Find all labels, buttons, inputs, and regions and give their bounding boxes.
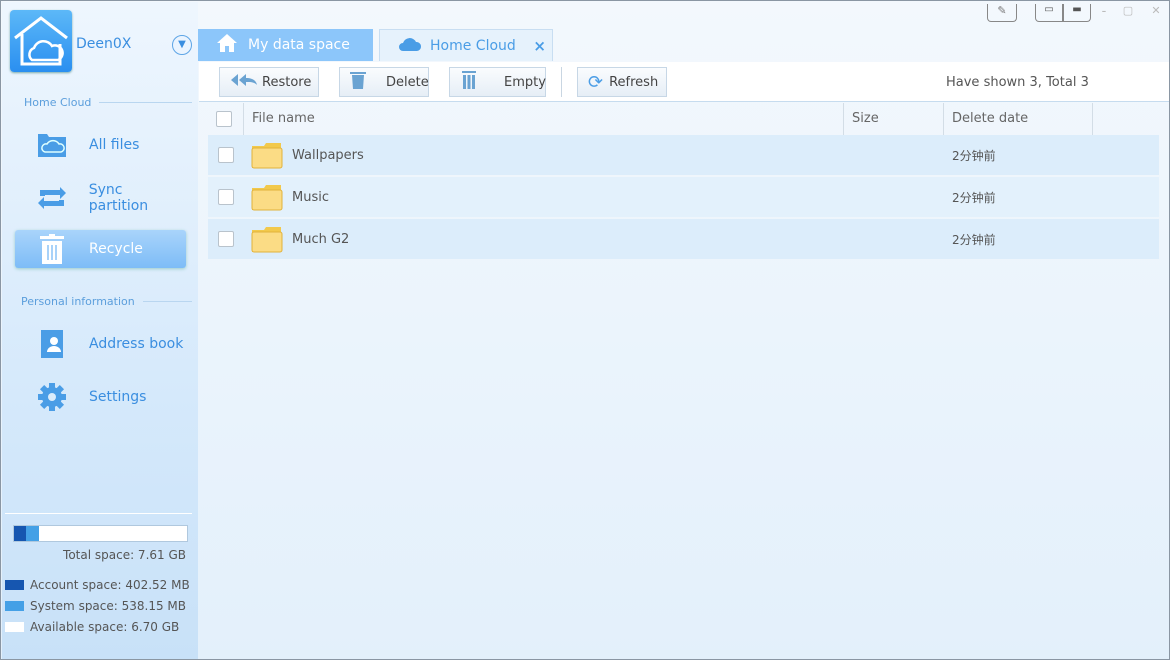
sidebar-item-address-book[interactable]: Address book <box>15 325 186 363</box>
table-header: File name Size Delete date <box>199 103 1169 135</box>
select-all-checkbox[interactable] <box>216 111 232 127</box>
system-space-fill <box>26 526 40 541</box>
refresh-icon: ⟳ <box>588 71 604 93</box>
app-logo <box>10 10 72 72</box>
sidebar-item-recycle[interactable]: Recycle <box>15 230 186 268</box>
row-checkbox[interactable] <box>218 189 234 205</box>
chevron-down-icon: ▼ <box>178 39 186 50</box>
empty-button[interactable]: Empty <box>449 67 546 97</box>
address-book-icon <box>15 329 89 359</box>
restore-button[interactable]: Restore <box>219 67 319 97</box>
column-size[interactable]: Size <box>843 103 943 135</box>
storage-usage-bar <box>13 525 188 542</box>
sync-icon <box>15 186 89 210</box>
folder-icon <box>251 184 283 215</box>
close-icon[interactable]: ✕ <box>1143 4 1169 22</box>
column-delete-date[interactable]: Delete date <box>943 103 1093 135</box>
refresh-button[interactable]: ⟳ Refresh <box>577 67 667 97</box>
tab-my-data-space[interactable]: My data space <box>198 29 373 61</box>
divider <box>5 513 192 514</box>
home-icon <box>216 33 238 57</box>
folder-icon <box>251 226 283 257</box>
tab-home-cloud[interactable]: Home Cloud × <box>379 29 553 61</box>
trash-icon <box>15 234 89 264</box>
cloud-icon <box>398 36 422 56</box>
cloud-folder-icon <box>15 132 89 158</box>
account-swatch <box>5 580 24 590</box>
file-name: Much G2 <box>292 231 350 247</box>
compact-mode-icon[interactable]: ▬ <box>1063 4 1091 22</box>
sidebar-item-settings[interactable]: Settings <box>15 378 186 416</box>
table-row[interactable]: Music 2分钟前 <box>208 177 1159 217</box>
sidebar-item-all-files[interactable]: All files <box>15 126 186 164</box>
item-count-status: Have shown 3, Total 3 <box>946 75 1089 90</box>
sidebar: Deen0X ▼ Home Cloud All files Sync parti… <box>2 2 198 659</box>
table-row[interactable]: Wallpapers 2分钟前 <box>208 135 1159 175</box>
column-file-name[interactable]: File name <box>243 103 843 135</box>
maximize-icon[interactable]: ▢ <box>1117 4 1139 22</box>
folder-icon <box>251 142 283 173</box>
close-tab-icon[interactable]: × <box>533 37 546 55</box>
restore-icon <box>230 73 258 91</box>
section-home-cloud: Home Cloud <box>24 96 192 109</box>
row-checkbox[interactable] <box>218 147 234 163</box>
delete-date: 2分钟前 <box>952 232 996 247</box>
empty-trash-icon <box>462 71 476 93</box>
file-name: Wallpapers <box>292 147 364 163</box>
app-window: ✎ ▭ ▬ - ▢ ✕ Deen0X ▼ Home Cloud All file… <box>0 0 1170 660</box>
delete-date: 2分钟前 <box>952 148 996 163</box>
delete-button[interactable]: Delete <box>339 67 429 97</box>
account-space-fill <box>14 526 27 541</box>
user-name: Deen0X <box>76 36 132 52</box>
file-name: Music <box>292 189 329 205</box>
gear-icon <box>15 382 89 412</box>
legend-system: System space: 538.15 MB <box>5 599 186 613</box>
section-personal-information: Personal information <box>21 295 192 308</box>
mini-mode-icon[interactable]: ▭ <box>1035 4 1063 22</box>
trash-icon <box>350 71 366 93</box>
pin-icon[interactable]: ✎ <box>987 4 1017 22</box>
sidebar-item-sync-partition[interactable]: Sync partition <box>15 179 186 217</box>
window-controls: ✎ ▭ ▬ - ▢ ✕ <box>987 4 1169 22</box>
system-swatch <box>5 601 24 611</box>
minimize-icon[interactable]: - <box>1095 4 1113 22</box>
available-swatch <box>5 622 24 632</box>
legend-available: Available space: 6.70 GB <box>5 620 179 634</box>
table-row[interactable]: Much G2 2分钟前 <box>208 219 1159 259</box>
row-checkbox[interactable] <box>218 231 234 247</box>
toolbar-divider <box>561 67 562 97</box>
account-dropdown-button[interactable]: ▼ <box>172 35 192 55</box>
legend-account: Account space: 402.52 MB <box>5 578 190 592</box>
total-space: Total space: 7.61 GB <box>63 548 186 562</box>
delete-date: 2分钟前 <box>952 190 996 205</box>
